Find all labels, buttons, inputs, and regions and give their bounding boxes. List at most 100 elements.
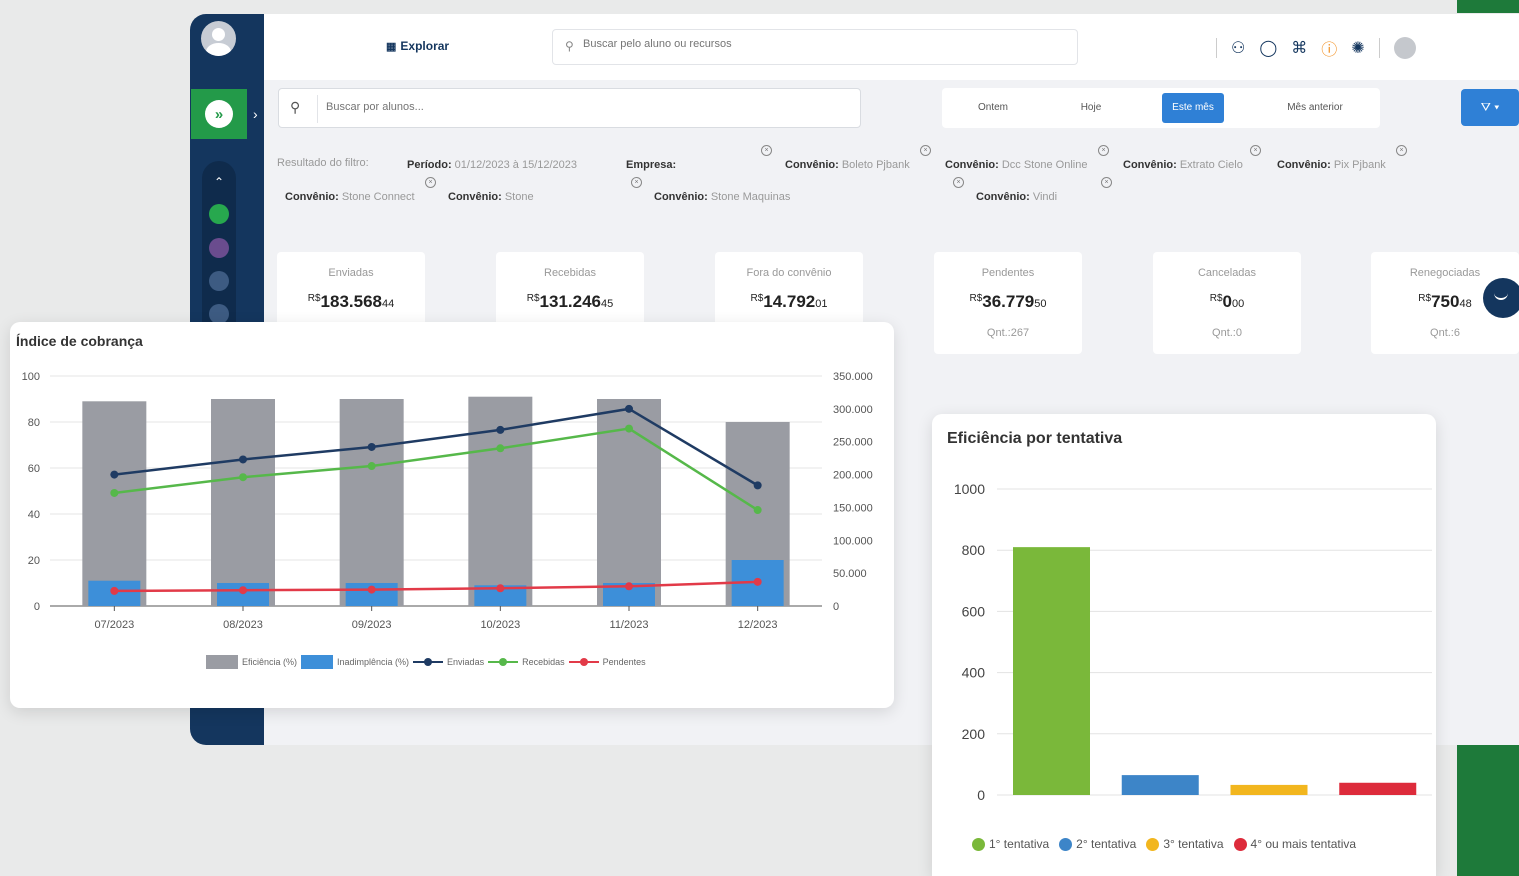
tab-hoje[interactable]: Hoje <box>1060 93 1122 123</box>
tab-mes-anterior[interactable]: Mês anterior <box>1272 93 1358 123</box>
legend-item[interactable]: 4° ou mais tentativa <box>1233 837 1356 851</box>
legend-item[interactable]: Recebidas <box>488 657 565 667</box>
remove-filter-icon[interactable]: × <box>1098 145 1109 156</box>
explore-button[interactable]: ▦ Explorar <box>386 39 449 53</box>
y-right-tick-label: 250.000 <box>833 437 873 449</box>
y-left-tick-label: 100 <box>22 371 40 383</box>
chart-legend: 1° tentativa 2° tentativa 3° tentativa 4… <box>972 837 1366 851</box>
legend-item[interactable]: Eficiência (%) <box>206 655 297 669</box>
filter-chip: Empresa: × <box>618 145 772 176</box>
bar-eficiencia <box>82 401 147 606</box>
ai-assistant-icon[interactable]: ✺ <box>1351 38 1364 58</box>
kpi-value: R$000 <box>1209 292 1245 311</box>
y-tick-label: 0 <box>977 787 985 803</box>
separator <box>1216 38 1217 58</box>
y-right-tick-label: 300.000 <box>833 404 873 416</box>
student-search-input[interactable] <box>326 101 826 113</box>
global-search-input[interactable] <box>583 38 1063 50</box>
kpi-value: R$131.24645 <box>526 292 614 311</box>
y-tick-label: 600 <box>962 603 986 619</box>
period-tabs: Ontem Hoje Este mês Mês anterior <box>942 88 1380 128</box>
x-tick-label: 07/2023 <box>94 619 134 631</box>
sidebar-item-module-2[interactable] <box>209 238 229 258</box>
bar <box>1339 782 1417 795</box>
legend-swatch <box>1233 837 1247 851</box>
sidebar-item-module-4[interactable] <box>209 304 229 324</box>
legend-item[interactable]: 1° tentativa <box>972 837 1049 851</box>
legend-item[interactable]: 2° tentativa <box>1059 837 1136 851</box>
remove-filter-icon[interactable]: × <box>425 177 436 188</box>
legend-item[interactable]: Enviadas <box>413 657 484 667</box>
combo-chart: 100 80 60 40 20 0 350.000 300.000 250.000 200.000… <box>22 371 873 631</box>
explore-label: Explorar <box>400 39 450 53</box>
tab-ontem[interactable]: Ontem <box>962 93 1024 123</box>
x-tick-label: 10/2023 <box>480 619 520 631</box>
y-tick-label: 200 <box>962 726 986 742</box>
global-search: ⚲ <box>552 29 1078 65</box>
sidebar-item-module-1[interactable] <box>209 204 229 224</box>
legend-item[interactable]: Inadimplência (%) <box>301 655 409 669</box>
y-left-tick-label: 20 <box>28 555 40 567</box>
kpi-pendentes[interactable]: Pendentes R$36.77950 Qnt.:267 <box>934 252 1082 354</box>
kpi-label: Enviadas <box>328 267 374 279</box>
line-enviadas-point <box>367 442 376 451</box>
chevron-up-icon[interactable]: ⌃ <box>214 175 224 189</box>
kpi-value: R$14.79201 <box>750 292 828 311</box>
kpi-label: Recebidas <box>544 267 596 279</box>
remove-filter-icon[interactable]: × <box>1250 145 1261 156</box>
kpi-value: R$36.77950 <box>969 292 1047 311</box>
search-icon: ⚲ <box>290 99 301 115</box>
y-right-tick-label: 50.000 <box>833 568 867 580</box>
remove-filter-icon[interactable]: × <box>1396 145 1407 156</box>
user-avatar[interactable] <box>1393 37 1416 59</box>
remove-filter-icon[interactable]: × <box>920 145 931 156</box>
top-bar: ▦Explorar ⚲ ⚇ ◯ ⌘ ⓘ ✺ <box>264 14 1519 80</box>
qr-code-icon[interactable]: ⌘ <box>1291 38 1307 58</box>
filter-button[interactable]: ⛛ ▾ <box>1461 89 1519 126</box>
y-left-tick-label: 0 <box>34 601 40 613</box>
line-pendentes-point <box>367 585 376 594</box>
filter-chip: Convênio: Dcc Stone Online × <box>937 145 1109 176</box>
legend-item[interactable]: Pendentes <box>568 657 646 667</box>
chart-card-eficiencia-tentativa: Eficiência por tentativa 1000 800 600 400 20… <box>932 414 1436 876</box>
legend-item[interactable]: 3° tentativa <box>1146 837 1224 851</box>
remove-filter-icon[interactable]: × <box>631 177 642 188</box>
legend-swatch <box>1059 837 1073 851</box>
y-tick-label: 800 <box>962 542 986 558</box>
y-right-tick-label: 100.000 <box>833 535 873 547</box>
chevron-down-icon: ▾ <box>1494 100 1500 114</box>
kpi-canceladas[interactable]: Canceladas R$000 Qnt.:0 <box>1153 252 1301 354</box>
filter-chip: Convênio: Boleto Pjbank × <box>777 145 931 176</box>
filter-chip: Convênio: Stone × <box>440 177 642 208</box>
sidebar-home[interactable]: » <box>191 89 247 139</box>
remove-filter-icon[interactable]: × <box>1101 177 1112 188</box>
legend-swatch <box>972 837 985 851</box>
x-tick-label: 08/2023 <box>223 619 263 631</box>
search-icon: ⚲ <box>565 39 574 53</box>
help-icon[interactable]: ⓘ <box>1321 36 1337 60</box>
legend-swatch <box>488 658 519 666</box>
remove-filter-icon[interactable]: × <box>761 145 772 156</box>
line-enviadas-point <box>496 425 505 434</box>
bar <box>1230 784 1308 795</box>
y-tick-label: 1000 <box>954 481 985 497</box>
top-icons: ⚇ ◯ ⌘ ⓘ ✺ <box>1216 36 1416 60</box>
legend-swatch <box>1146 837 1160 851</box>
add-user-icon[interactable]: ⚇ <box>1231 38 1245 58</box>
sidebar-item-module-3[interactable] <box>209 271 229 291</box>
filter-chip: Convênio: Stone Maquinas × <box>646 177 964 208</box>
chat-widget-button[interactable] <box>1483 278 1519 318</box>
remove-filter-icon[interactable]: × <box>953 177 964 188</box>
y-left-tick-label: 80 <box>28 417 40 429</box>
bar-eficiencia <box>211 399 275 606</box>
bar <box>1013 547 1090 795</box>
line-recebidas-point <box>239 473 247 482</box>
kpi-quantity: Qnt.:267 <box>986 327 1030 339</box>
line-enviadas <box>114 407 759 487</box>
tab-este-mes[interactable]: Este mês <box>1162 93 1224 123</box>
sidebar-expand-chevron-icon[interactable]: › <box>253 106 258 122</box>
student-search: ⚲ <box>278 88 861 128</box>
chat-icon[interactable]: ◯ <box>1259 38 1277 58</box>
sidebar-avatar[interactable] <box>201 21 236 56</box>
line-enviadas-point <box>110 470 119 479</box>
